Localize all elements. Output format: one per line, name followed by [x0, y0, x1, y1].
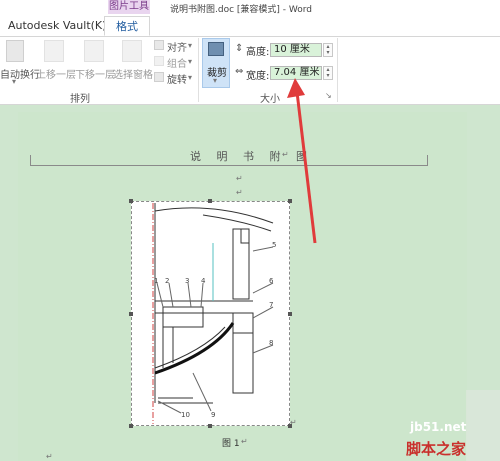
header-corner-right	[427, 155, 428, 165]
header-rule	[30, 165, 428, 166]
rotate-icon	[154, 72, 164, 82]
drawing-label: 9	[211, 411, 215, 419]
selection-pane-icon	[122, 40, 142, 62]
paragraph-mark: ↵	[46, 452, 53, 461]
crop-dropdown-icon[interactable]: ▾	[213, 76, 217, 85]
bring-forward-button[interactable]: 上移一层	[36, 66, 76, 81]
tab-autodesk-vault[interactable]: Autodesk Vault(K)	[8, 19, 106, 32]
drawing-label: 6	[269, 277, 274, 285]
header-corner-left	[30, 155, 31, 165]
drawing-label: 8	[269, 339, 273, 347]
drawing-label: 4	[201, 277, 206, 285]
group-dropdown-icon[interactable]: ▾	[188, 57, 192, 66]
send-backward-icon	[84, 40, 104, 62]
crop-icon	[208, 42, 224, 56]
rotate-dropdown-icon[interactable]: ▾	[188, 73, 192, 82]
figure-caption[interactable]: 图 1	[222, 436, 240, 449]
watermark-brand: 脚本之家	[406, 440, 467, 458]
send-backward-button[interactable]: 下移一层	[75, 66, 115, 81]
drawing-label: 3	[185, 277, 189, 285]
drawing-label: 5	[272, 241, 276, 249]
drawing-label: 2	[165, 277, 169, 285]
group-icon	[154, 56, 164, 66]
drawing-label: 1	[154, 277, 158, 285]
align-icon	[154, 40, 164, 50]
tab-format[interactable]: 格式	[104, 16, 150, 36]
picture-tools-context-tab: 图片工具	[108, 0, 150, 14]
group-separator-2	[337, 38, 338, 102]
height-icon: ⇕	[235, 43, 244, 54]
technical-drawing: 1 2 3 4 5 6 7 8 9 10	[152, 203, 276, 424]
figure-paragraph-mark: ↵	[290, 418, 297, 427]
paragraph-mark: ↵	[236, 174, 243, 183]
group-separator	[198, 38, 199, 102]
resize-handle-bl[interactable]	[129, 424, 133, 428]
caption-paragraph-mark: ↵	[241, 437, 248, 446]
align-button[interactable]: 对齐	[167, 39, 187, 54]
arrange-group-label: 排列	[70, 94, 90, 105]
width-icon: ⇔	[235, 66, 244, 77]
drawing-label: 7	[269, 301, 273, 309]
wrap-text-icon	[6, 40, 24, 62]
watermark-site: jb51.net	[410, 420, 467, 434]
height-label: 高度:	[246, 47, 270, 58]
wrap-text-button[interactable]: 自动换行	[0, 66, 40, 81]
wrap-text-dropdown-icon[interactable]: ▾	[12, 77, 16, 86]
paragraph-mark: ↵	[236, 188, 243, 197]
watermark-backdrop	[466, 390, 500, 461]
drawing-label: 10	[181, 411, 190, 419]
annotation-arrow	[287, 78, 317, 244]
size-group-label: 大小	[260, 94, 280, 105]
window-title: 说明书附图.doc [兼容模式] - Word	[170, 5, 313, 15]
rotate-button[interactable]: 旋转	[167, 71, 187, 86]
selection-pane-button[interactable]: 选择窗格	[113, 66, 153, 81]
resize-handle-mr[interactable]	[288, 312, 292, 316]
align-dropdown-icon[interactable]: ▾	[188, 41, 192, 50]
group-button[interactable]: 组合	[167, 55, 187, 70]
size-dialog-launcher-icon[interactable]: ↘	[325, 91, 332, 100]
height-input[interactable]: 10 厘米	[270, 43, 322, 57]
height-spinner[interactable]: ▴ ▾	[323, 43, 333, 57]
resize-handle-bc[interactable]	[208, 424, 212, 428]
width-label: 宽度:	[246, 71, 270, 82]
bring-forward-icon	[44, 40, 64, 62]
